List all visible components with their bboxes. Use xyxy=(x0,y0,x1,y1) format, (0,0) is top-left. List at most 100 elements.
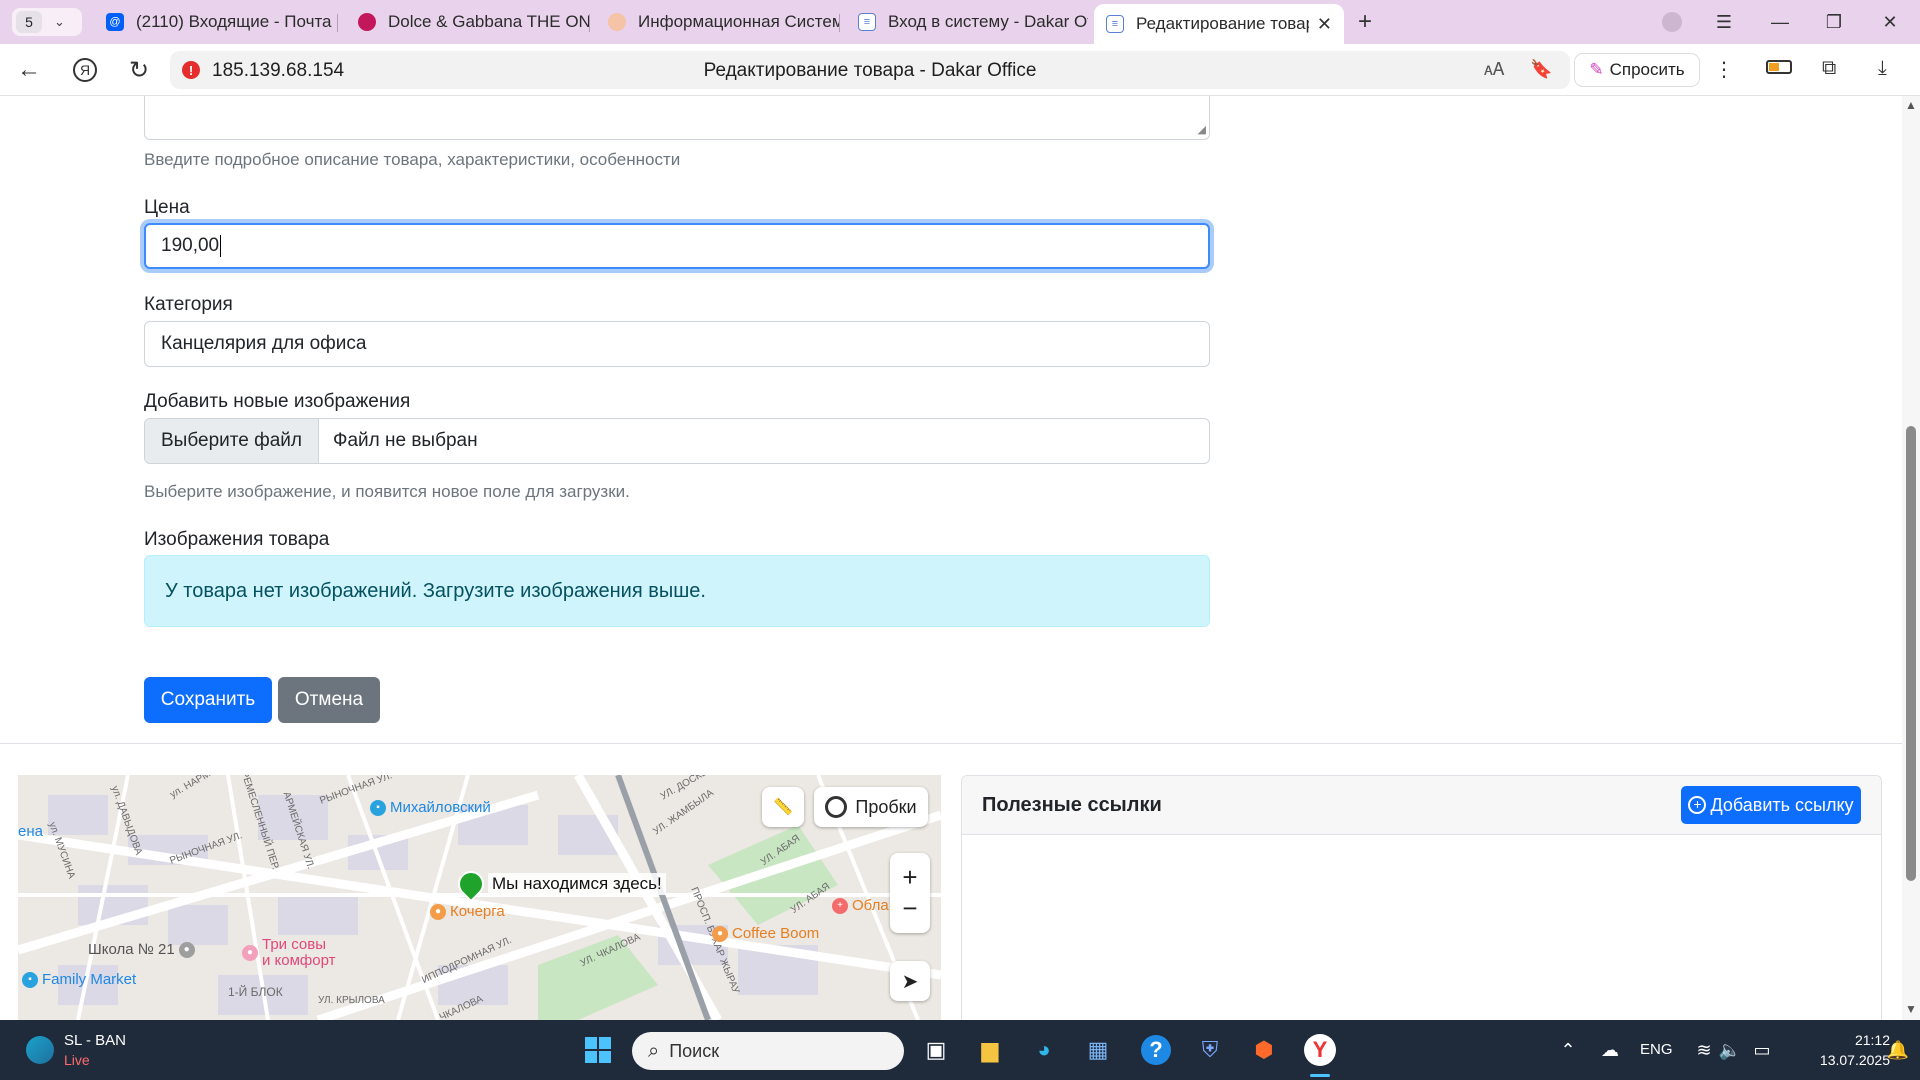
poi-coffee-boom[interactable]: ● Coffee Boom xyxy=(712,925,819,942)
close-icon[interactable]: ✕ xyxy=(1317,14,1332,35)
tab-title: (2110) Входящие - Почта Mail.ru xyxy=(136,12,338,31)
map-widget[interactable]: ул. МУСИНА ул. ДАВЫДОВА ул. НАРМ РЫНОЧНА… xyxy=(18,775,941,1020)
save-button[interactable]: Сохранить xyxy=(144,677,272,723)
shop-icon: ● xyxy=(242,945,258,961)
tab-edit-product[interactable]: ≡ Редактирование товара - Dakar Office ✕ xyxy=(1094,4,1344,44)
marker-label: Мы находимся здесь! xyxy=(488,873,666,895)
poi-family-market[interactable]: ▪ Family Market xyxy=(22,971,136,988)
map-place: 1-Й БЛОК xyxy=(228,985,283,999)
reload-icon[interactable]: ↻ xyxy=(122,54,156,86)
zoom-controls: + − xyxy=(890,853,930,933)
map-place: ена xyxy=(18,823,43,840)
tab-dolce-gabbana[interactable]: Dolce & Gabbana THE ONE xyxy=(358,4,590,40)
tab-mail[interactable]: @ (2110) Входящие - Почта Mail.ru xyxy=(106,4,338,40)
yandex-browser-icon[interactable]: Y xyxy=(1302,1032,1338,1068)
page-icon: ≡ xyxy=(1106,15,1124,33)
windows-taskbar: SL - BAN Live ⌕ Поиск ▣ ▆ ◕ ▦ ? ⛨ ⬢ Y ⌃ ☁… xyxy=(0,1020,1920,1080)
url-field[interactable]: ! 185.139.68.154 Редактирование товара -… xyxy=(170,51,1570,89)
zoom-in-icon[interactable]: + xyxy=(902,862,917,893)
restore-icon[interactable]: ❐ xyxy=(1814,8,1854,36)
add-link-button[interactable]: + Добавить ссылку xyxy=(1681,786,1861,824)
kebab-menu-icon[interactable]: ⋮ xyxy=(1714,57,1734,82)
page-content: ◢ Введите подробное описание товара, хар… xyxy=(0,96,1902,1020)
scroll-down-icon[interactable]: ▼ xyxy=(1905,1002,1917,1016)
poi-school[interactable]: Школа № 21 ● xyxy=(88,941,199,958)
tab-login-dakar[interactable]: ≡ Вход в систему - Dakar Office xyxy=(858,4,1088,40)
profile-icon[interactable] xyxy=(1652,8,1692,36)
cloud-off-icon[interactable]: ☁ xyxy=(1592,1032,1628,1068)
ruler-icon[interactable]: 📏 xyxy=(762,787,804,827)
traffic-button[interactable]: Пробки xyxy=(814,787,928,827)
task-view-icon[interactable]: ▣ xyxy=(918,1032,954,1068)
page-scrollbar[interactable]: ▲ ▼ xyxy=(1902,96,1920,1020)
bookmark-icon[interactable]: 🔖 xyxy=(1530,59,1552,80)
tab-info-system[interactable]: Информационная Система xyxy=(608,4,840,40)
school-icon: ● xyxy=(178,941,195,958)
cancel-button[interactable]: Отмена xyxy=(278,677,380,723)
shop-icon: ▪ xyxy=(370,799,386,816)
zoom-out-icon[interactable]: − xyxy=(902,893,917,924)
category-label: Категория xyxy=(144,294,233,315)
dg-icon xyxy=(358,13,376,31)
collections-icon[interactable]: ⧉ xyxy=(1822,57,1836,80)
no-images-alert: У товара нет изображений. Загрузите изоб… xyxy=(144,555,1210,627)
weather-widget[interactable]: SL - BAN Live xyxy=(20,1028,180,1072)
clock-time: 21:12 xyxy=(1854,1032,1890,1048)
page-title: Редактирование товара - Dakar Office xyxy=(703,60,1037,81)
taskbar-search[interactable]: ⌕ Поиск xyxy=(632,1032,904,1070)
file-status: Файл не выбран xyxy=(333,430,478,451)
file-input[interactable]: Выберите файл Файл не выбран xyxy=(144,418,1210,464)
file-explorer-icon[interactable]: ▆ xyxy=(972,1032,1008,1068)
poi-kocherga[interactable]: ● Кочерга xyxy=(430,903,505,920)
window-close-icon[interactable]: ✕ xyxy=(1870,8,1910,36)
notification-bell-icon[interactable]: 🔔 xyxy=(1880,1032,1916,1068)
clock-date: 13.07.2025 xyxy=(1819,1052,1890,1068)
battery-icon[interactable]: ▭ xyxy=(1744,1032,1780,1068)
category-select[interactable]: Канцелярия для офиса xyxy=(144,321,1210,367)
poi-tri-sovy[interactable]: ● Три совы и комфорт xyxy=(242,937,336,969)
scrollbar-thumb[interactable] xyxy=(1906,426,1916,881)
store-icon[interactable]: ▦ xyxy=(1080,1032,1116,1068)
description-textarea[interactable]: ◢ xyxy=(144,96,1210,140)
geolocation-icon[interactable]: ➤ xyxy=(890,961,930,1001)
poi-obla[interactable]: + Обла xyxy=(832,897,889,914)
street-label: УЛ. КРЫЛОВА xyxy=(318,995,385,1006)
widget-title: SL - BAN xyxy=(64,1032,126,1049)
battery-saver-icon[interactable] xyxy=(1766,57,1792,80)
resize-grip-icon[interactable]: ◢ xyxy=(1198,123,1206,136)
minimize-icon[interactable]: — xyxy=(1760,8,1800,36)
browser-tab-strip: 5 ⌄ @ (2110) Входящие - Почта Mail.ru Do… xyxy=(0,0,1920,44)
pen-icon: ✎ xyxy=(1589,60,1604,79)
section-divider xyxy=(0,743,1902,744)
address-bar: ← Я ↻ ! 185.139.68.154 Редактирование то… xyxy=(0,44,1920,96)
windows-start-icon[interactable] xyxy=(580,1032,616,1068)
choose-file-button[interactable]: Выберите файл xyxy=(145,419,319,463)
scroll-up-icon[interactable]: ▲ xyxy=(1905,98,1917,112)
useful-links-card: Полезные ссылки + Добавить ссылку xyxy=(961,775,1882,1020)
brave-icon[interactable]: ⬢ xyxy=(1246,1032,1282,1068)
yandex-icon[interactable]: Я xyxy=(68,54,102,86)
price-input[interactable]: 190,00 xyxy=(144,223,1210,269)
shop-icon: ▪ xyxy=(22,971,38,988)
tab-counter[interactable]: 5 ⌄ xyxy=(12,8,82,36)
help-icon[interactable]: ? xyxy=(1138,1032,1174,1068)
info-system-icon xyxy=(608,13,626,31)
text-caret xyxy=(220,235,222,257)
chevron-up-icon[interactable]: ⌃ xyxy=(1550,1032,1586,1068)
tab-title: Вход в систему - Dakar Office xyxy=(888,12,1088,31)
volume-icon[interactable]: 🔈 xyxy=(1712,1032,1748,1068)
shield-icon[interactable]: ⛨ xyxy=(1192,1032,1228,1068)
language-indicator[interactable]: ENG xyxy=(1640,1041,1673,1058)
download-icon[interactable]: ⤓ xyxy=(1878,57,1887,80)
menu-icon[interactable]: ☰ xyxy=(1704,8,1744,36)
edge-icon[interactable]: ◕ xyxy=(1026,1032,1062,1068)
poi-mikhailovsky[interactable]: ▪ Михайловский xyxy=(370,799,491,816)
translate-icon[interactable]: 🗚 xyxy=(1484,59,1504,80)
card-header: Полезные ссылки + Добавить ссылку xyxy=(962,776,1881,835)
clock[interactable]: 21:12 13.07.2025 xyxy=(1790,1030,1890,1070)
widget-subtitle: Live xyxy=(64,1052,90,1068)
back-icon[interactable]: ← xyxy=(12,54,46,86)
poi-icon: + xyxy=(832,897,848,914)
new-tab-button[interactable]: + xyxy=(1352,10,1378,36)
ask-button[interactable]: ✎ Спросить xyxy=(1574,53,1700,87)
